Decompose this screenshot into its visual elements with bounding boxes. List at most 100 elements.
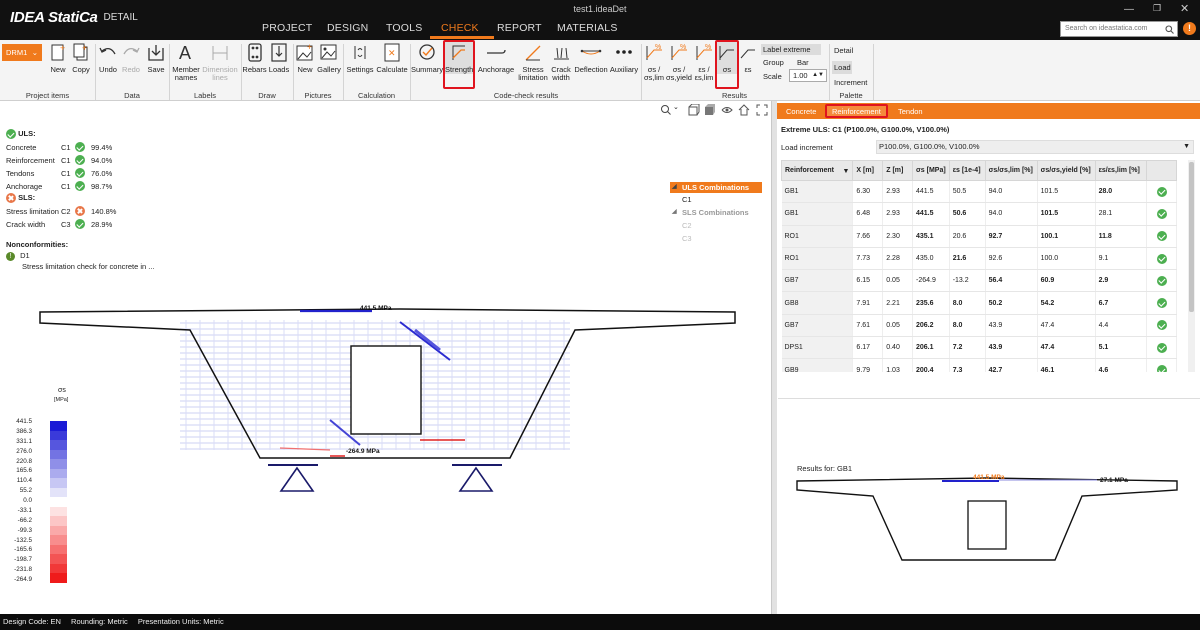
summary-button[interactable]: Summary xyxy=(411,42,443,74)
view-3d-icon[interactable] xyxy=(688,104,700,116)
crack-width-button[interactable]: Crack width xyxy=(548,42,574,82)
sls-combinations-header[interactable]: ◢ SLS Combinations xyxy=(670,206,762,219)
gallery-button[interactable]: Gallery xyxy=(316,42,342,74)
column-header[interactable]: εs [1e-4] xyxy=(948,160,986,181)
table-row[interactable]: GB7 6.15 0.05 -264.9 -13.2 56.4 60.9 2.9 xyxy=(781,269,1177,293)
new-icon: + xyxy=(51,43,65,61)
label-extreme-toggle[interactable]: Label extreme xyxy=(761,44,821,55)
cell-value: 101.5 xyxy=(1037,202,1096,226)
menu-design[interactable]: DESIGN xyxy=(327,22,368,34)
menu-project[interactable]: PROJECT xyxy=(262,22,312,34)
group-toggle[interactable]: Group xyxy=(763,58,784,67)
tab-reinforcement[interactable]: Reinforcement xyxy=(825,104,888,118)
table-scrollbar[interactable] xyxy=(1188,160,1195,372)
chevron-down-icon[interactable]: ⌄ xyxy=(673,103,679,111)
check-summary: ULS: Concrete C1 99.4% Reinforcement C1 94.0%… xyxy=(6,129,206,271)
column-header[interactable]: σs/σs,yield [%] xyxy=(1036,160,1096,181)
member-names-button[interactable]: A Member names xyxy=(170,42,202,82)
bar-toggle[interactable]: Bar xyxy=(797,58,809,67)
detail-button[interactable]: Detail xyxy=(834,46,853,55)
table-row[interactable]: GB7 7.61 0.05 206.2 8.0 43.9 47.4 4.4 xyxy=(781,314,1177,338)
table-row[interactable]: GB8 7.91 2.21 235.6 8.0 50.2 54.2 6.7 xyxy=(781,291,1177,315)
scrollbar-thumb[interactable] xyxy=(1189,162,1194,312)
column-header[interactable] xyxy=(1146,160,1177,181)
table-row[interactable]: RO1 7.73 2.28 435.0 21.6 92.6 100.0 9.1 xyxy=(781,247,1177,271)
check-row[interactable]: Tendons C1 76.0% xyxy=(6,167,206,180)
loads-button[interactable]: Loads xyxy=(267,42,291,74)
check-row[interactable]: Reinforcement C1 94.0% xyxy=(6,154,206,167)
combination-c2[interactable]: C2 xyxy=(670,219,762,232)
check-row[interactable]: Crack width C3 28.9% xyxy=(6,218,206,231)
fullscreen-icon[interactable] xyxy=(756,104,768,116)
cell-value: 6.7 xyxy=(1095,291,1148,315)
column-header[interactable]: εs/εs,lim [%] xyxy=(1094,160,1148,181)
rebars-button[interactable]: Rebars xyxy=(242,42,267,74)
menu-check[interactable]: CHECK xyxy=(441,22,479,34)
new-picture-button[interactable]: + New xyxy=(294,42,316,74)
home-icon[interactable] xyxy=(738,104,750,116)
undo-button[interactable]: Undo xyxy=(97,42,119,74)
table-row[interactable]: RO1 7.66 2.30 435.1 20.6 92.7 100.1 11.8 xyxy=(781,225,1177,248)
column-header[interactable]: Z [m] xyxy=(882,160,913,181)
copy-button[interactable]: + Copy xyxy=(70,42,92,74)
check-row[interactable]: Stress limitation C2 140.8% xyxy=(6,205,206,218)
nonconformity-item[interactable]: ! D1 xyxy=(6,251,206,262)
calculate-button[interactable]: ✕ Calculate xyxy=(376,42,408,74)
legend-swatch xyxy=(50,421,67,431)
new-item-button[interactable]: + New xyxy=(47,42,69,74)
increment-button[interactable]: Increment xyxy=(834,78,867,87)
cube-icon[interactable] xyxy=(704,104,716,116)
ratio-stress-yield-button[interactable]: % σs / σs,yield xyxy=(665,42,693,82)
redo-button[interactable]: Redo xyxy=(120,42,142,74)
combination-c1[interactable]: C1 xyxy=(670,193,762,206)
minimize-icon[interactable]: — xyxy=(1124,4,1134,15)
deflection-button[interactable]: Deflection xyxy=(573,42,609,74)
tab-tendon[interactable]: Tendon xyxy=(898,107,923,116)
stress-limitation-button[interactable]: Stress limitation xyxy=(515,42,551,82)
check-value: 76.0% xyxy=(91,169,113,178)
search-input[interactable]: Search on ideastatica.com xyxy=(1065,25,1148,32)
filter-icon[interactable]: ▼ xyxy=(842,168,849,175)
table-row[interactable]: GB1 6.30 2.93 441.5 50.5 94.0 101.5 28.0 xyxy=(781,180,1177,204)
column-header[interactable]: X [m] xyxy=(852,160,884,181)
menu-tools[interactable]: TOOLS xyxy=(386,22,422,34)
close-icon[interactable]: ✕ xyxy=(1180,2,1189,15)
project-selector[interactable]: DRM1 ⌄ xyxy=(2,44,42,61)
section-view[interactable]: 441.5 MPa -264.9 MPa xyxy=(0,290,770,500)
check-row[interactable]: Anchorage C1 98.7% xyxy=(6,180,206,193)
strain-eps-button[interactable]: εs xyxy=(738,42,758,74)
save-button[interactable]: Save xyxy=(144,42,168,74)
column-header[interactable]: σs [MPa] xyxy=(912,160,950,181)
load-increment-select[interactable]: P100.0%, G100.0%, V100.0% ▼ xyxy=(876,140,1194,154)
check-row[interactable]: Concrete C1 99.4% xyxy=(6,141,206,154)
search-icon[interactable] xyxy=(1165,25,1174,34)
anchorage-button[interactable]: Anchorage xyxy=(476,42,516,74)
table-row[interactable]: DPS1 6.17 0.40 206.1 7.2 43.9 47.4 5.1 xyxy=(781,336,1177,360)
check-value: 99.4% xyxy=(91,143,113,152)
ratio-stress-lim-button[interactable]: % σs / σs,lim xyxy=(642,42,666,82)
dimension-lines-button[interactable]: Dimension lines xyxy=(201,42,239,82)
combination-c3[interactable]: C3 xyxy=(670,232,762,245)
load-button[interactable]: Load xyxy=(832,61,852,74)
table-row[interactable]: GB1 6.48 2.93 441.5 50.6 94.0 101.5 28.1 xyxy=(781,202,1177,226)
auxiliary-button[interactable]: Auxiliary xyxy=(607,42,641,74)
column-header-reinforcement[interactable]: Reinforcement ▼ xyxy=(781,160,854,181)
info-icon[interactable]: ! xyxy=(1183,22,1196,35)
column-header[interactable]: σs/σs,lim [%] xyxy=(984,160,1038,181)
ratio-strain-lim-button[interactable]: % εs / εs,lim xyxy=(692,42,716,82)
mini-section-view[interactable]: 441.5 MPa 27.1 MPa xyxy=(777,470,1197,570)
menu-report[interactable]: REPORT xyxy=(497,22,542,34)
check-name: Reinforcement xyxy=(6,156,55,165)
search-icon[interactable] xyxy=(660,104,674,116)
app-logo: IDEA StatiCa DETAIL xyxy=(10,9,138,26)
scale-input[interactable]: 1.00 ▲▼ xyxy=(789,69,827,82)
table-row[interactable]: GB9 9.79 1.03 200.4 7.3 42.7 46.1 4.6 xyxy=(781,358,1177,372)
menu-materials[interactable]: MATERIALS xyxy=(557,22,618,34)
tab-concrete[interactable]: Concrete xyxy=(786,107,816,116)
uls-combinations-header[interactable]: ◢ ULS Combinations xyxy=(670,182,762,193)
eye-icon[interactable] xyxy=(721,104,733,116)
ok-icon xyxy=(75,219,85,229)
settings-button[interactable]: Settings xyxy=(344,42,376,74)
maximize-icon[interactable]: ❐ xyxy=(1153,3,1161,14)
search-box[interactable]: Search on ideastatica.com xyxy=(1060,21,1178,37)
